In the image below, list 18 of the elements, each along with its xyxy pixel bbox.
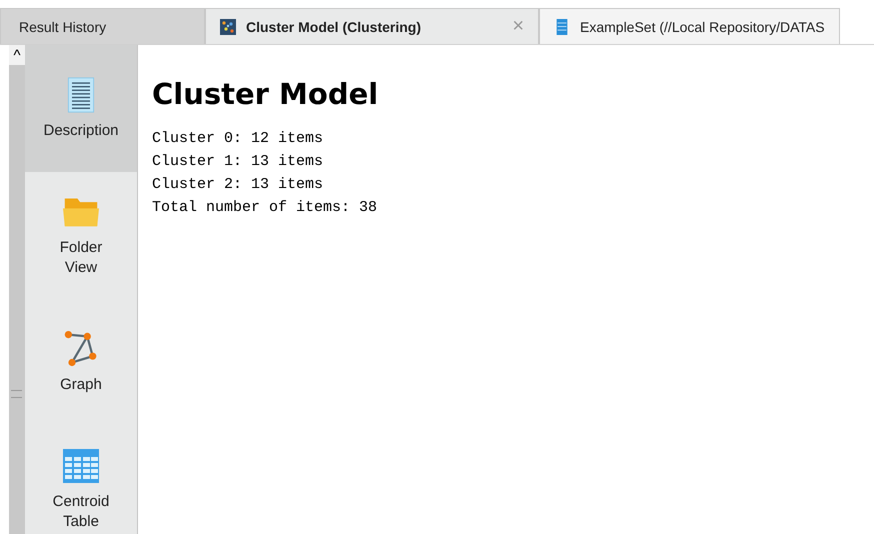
summary-line: Cluster 0: 12 items xyxy=(152,129,324,149)
view-button[interactable]: Description xyxy=(25,45,137,172)
graph-icon xyxy=(63,330,99,366)
result-tab[interactable]: Result History xyxy=(0,8,205,44)
grid-dots-icon xyxy=(220,18,236,34)
summary-line: Total number of items: 38 xyxy=(152,198,378,218)
side-scrollbar[interactable]: ^ xyxy=(9,45,25,534)
summary-line: Cluster 1: 13 items xyxy=(152,152,324,172)
scroll-up-button[interactable]: ^ xyxy=(9,45,25,65)
result-tab[interactable]: Cluster Model (Clustering) × xyxy=(205,8,539,44)
table-icon xyxy=(554,18,570,34)
table-icon xyxy=(63,448,99,484)
model-title: Cluster Model xyxy=(152,77,380,111)
summary-line: Cluster 2: 13 items xyxy=(152,175,324,195)
view-button[interactable]: Folder View xyxy=(25,172,137,299)
view-button[interactable]: Centroid Table xyxy=(25,426,137,534)
result-tab[interactable]: ExampleSet (//Local Repository/DATAS xyxy=(539,8,840,44)
view-button[interactable]: Graph xyxy=(25,299,137,426)
